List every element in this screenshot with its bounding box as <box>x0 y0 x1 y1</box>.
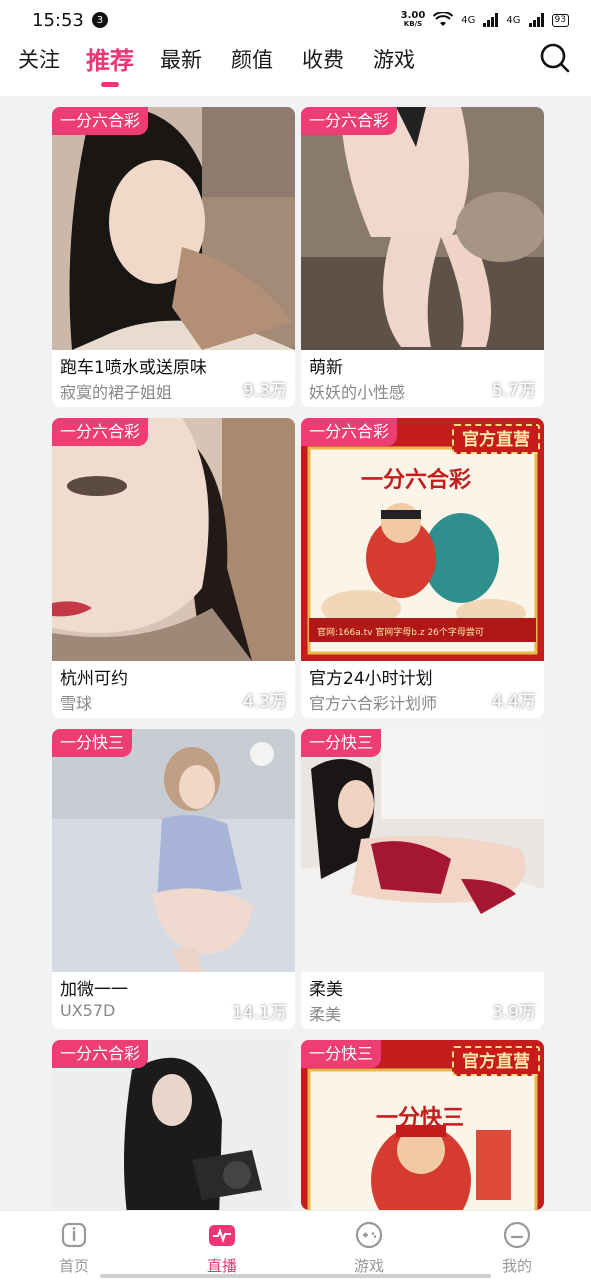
signal-bars-icon <box>483 13 499 27</box>
view-count: 5.7万 <box>477 376 536 401</box>
streamer-name: 官方六合彩计划师 <box>309 694 438 713</box>
top-tab-bar: 关注 推荐 最新 颜值 收费 游戏 <box>0 40 591 96</box>
official-badge: 官方直营 <box>452 424 540 454</box>
active-tab-indicator <box>101 82 119 87</box>
notification-count-badge: 3 <box>91 12 108 28</box>
view-count: 3.9万 <box>477 998 536 1023</box>
lottery-tag: 一分六合彩 <box>301 418 398 446</box>
tab-follow[interactable]: 关注 <box>18 44 60 74</box>
stream-thumbnail <box>301 107 544 350</box>
streamer-name: 妖妖的小性感 <box>309 383 406 402</box>
network-speed-unit: KB/S <box>403 20 423 28</box>
stream-card[interactable]: 一分六合彩 4.3万 杭州可约 雪球 <box>52 418 295 718</box>
stream-title: 加微一一 <box>60 980 128 1000</box>
flame-icon <box>228 381 241 396</box>
stream-thumbnail <box>52 418 295 661</box>
lottery-tag: 一分六合彩 <box>301 107 398 135</box>
live-icon <box>209 1225 235 1246</box>
lottery-tag: 一分快三 <box>52 729 133 757</box>
stream-title: 杭州可约 <box>60 669 128 689</box>
profile-icon <box>503 1221 531 1249</box>
stream-title: 柔美 <box>309 980 343 1000</box>
view-count: 9.3万 <box>228 376 287 401</box>
nav-profile[interactable]: 我的 <box>477 1221 557 1276</box>
flame-icon <box>217 1003 230 1018</box>
signal-4g-label-1: 4G <box>461 14 476 26</box>
stream-card[interactable]: 一分六合彩 5.7万 萌新 妖妖的小性感 <box>301 107 544 407</box>
stream-thumbnail <box>52 729 295 972</box>
tab-latest[interactable]: 最新 <box>160 44 202 74</box>
gamepad-icon <box>355 1221 383 1249</box>
nav-games-label: 游戏 <box>353 1257 384 1275</box>
streamer-name: 寂寞的裙子姐姐 <box>60 383 173 402</box>
official-badge: 官方直营 <box>452 1046 540 1076</box>
flame-icon <box>477 692 490 707</box>
status-bar: 15:53 3 3.00 KB/S 4G 4G 93 <box>0 0 591 40</box>
home-indicator[interactable] <box>100 1274 491 1278</box>
stream-thumbnail <box>52 107 295 350</box>
stream-title: 跑车1喷水或送原味 <box>60 358 207 378</box>
streamer-name: 雪球 <box>60 694 93 713</box>
tab-paid[interactable]: 收费 <box>302 44 344 74</box>
nav-home-label: 首页 <box>58 1257 89 1275</box>
tab-looks[interactable]: 颜值 <box>231 44 273 74</box>
view-count-value: 5.7万 <box>491 381 536 401</box>
stream-card[interactable]: 一分快三 3.9万 柔美 柔美 <box>301 729 544 1029</box>
lottery-tag: 一分快三 <box>301 1040 382 1068</box>
poster-title: 一分六合彩 <box>361 468 472 493</box>
stream-card[interactable]: 一分快三 14.1万 加微一一 UX57D <box>52 729 295 1029</box>
view-count: 14.1万 <box>217 998 287 1023</box>
lottery-tag: 一分六合彩 <box>52 1040 149 1068</box>
flame-icon <box>477 381 490 396</box>
network-speed-value: 3.00 <box>400 10 426 21</box>
lottery-tag: 一分六合彩 <box>52 107 149 135</box>
stream-thumbnail: 一分六合彩 官网:166a.tv 官网字母b.z 26个字母尝可 <box>301 418 544 661</box>
view-count: 4.4万 <box>477 687 536 712</box>
stream-thumbnail <box>301 729 544 972</box>
stream-card[interactable]: 一分六合彩 <box>52 1040 295 1210</box>
stream-card[interactable]: 一分快三 一分快三 官方直营 <box>301 1040 544 1210</box>
nav-games[interactable]: 游戏 <box>329 1221 409 1276</box>
network-speed: 3.00 KB/S <box>401 11 426 29</box>
tab-games[interactable]: 游戏 <box>373 44 415 74</box>
nav-live[interactable]: 直播 <box>182 1221 262 1276</box>
poster-footer: 官网:166a.tv 官网字母b.z 26个字母尝可 <box>317 628 484 638</box>
view-count: 4.3万 <box>228 687 287 712</box>
nav-profile-label: 我的 <box>501 1257 532 1275</box>
view-count-value: 4.3万 <box>242 692 287 712</box>
poster-title: 一分快三 <box>376 1106 465 1131</box>
signal-4g-label-2: 4G <box>506 14 521 26</box>
stream-title: 萌新 <box>309 358 343 378</box>
tab-recommend[interactable]: 推荐 <box>86 41 134 76</box>
flame-icon <box>477 1003 490 1018</box>
stream-title: 官方24小时计划 <box>309 669 433 689</box>
battery-icon: 93 <box>551 13 569 27</box>
stream-card[interactable]: 一分六合彩 9.3万 跑车1喷水或送原味 寂寞的裙子姐姐 <box>52 107 295 407</box>
view-count-value: 9.3万 <box>242 381 287 401</box>
flame-icon <box>228 692 241 707</box>
streamer-name: 柔美 <box>309 1005 342 1024</box>
nav-live-label: 直播 <box>206 1257 237 1275</box>
lottery-tag: 一分六合彩 <box>52 418 149 446</box>
nav-home[interactable]: 首页 <box>34 1221 114 1276</box>
home-icon <box>61 1222 87 1248</box>
lottery-tag: 一分快三 <box>301 729 382 757</box>
view-count-value: 14.1万 <box>232 1003 287 1023</box>
stream-card[interactable]: 一分六合彩 官网:166a.tv 官网字母b.z 26个字母尝可 一分六合彩 官… <box>301 418 544 718</box>
streamer-name: UX57D <box>60 1001 116 1020</box>
view-count-value: 3.9万 <box>491 1003 536 1023</box>
search-icon[interactable] <box>539 42 571 74</box>
wifi-icon <box>433 12 454 26</box>
signal-bars-icon <box>528 13 544 27</box>
status-time: 15:53 <box>32 9 84 31</box>
bottom-nav: 首页 直播 游戏 我的 <box>0 1210 591 1280</box>
view-count-value: 4.4万 <box>491 692 536 712</box>
